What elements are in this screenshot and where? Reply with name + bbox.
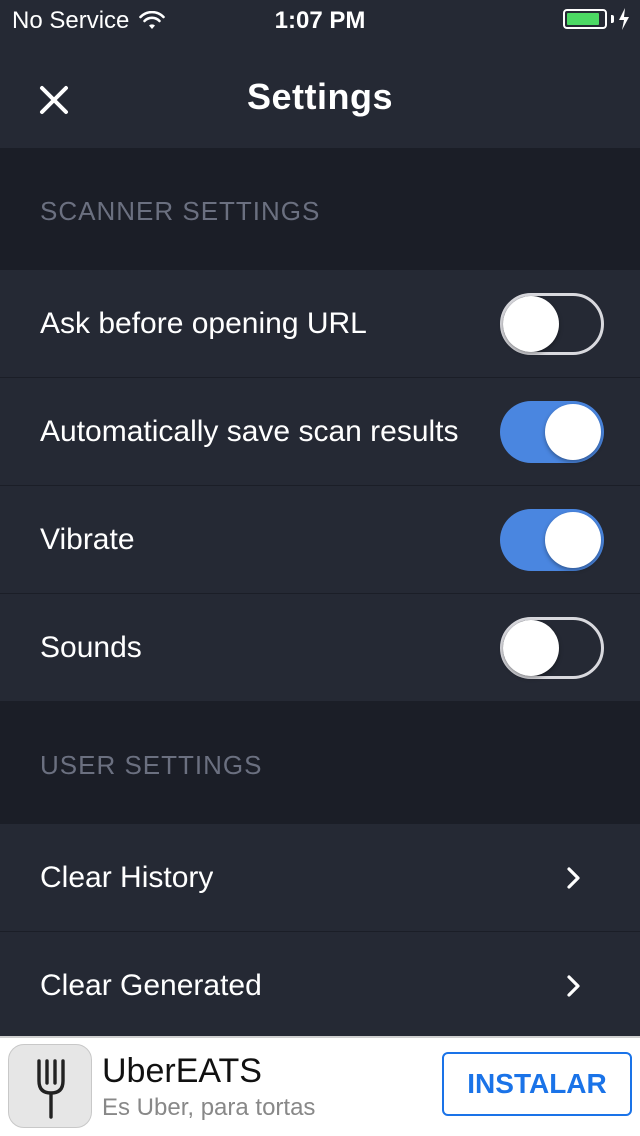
- toggle-switch[interactable]: [500, 293, 604, 355]
- setting-label: Clear History: [40, 861, 214, 894]
- setting-label: Sounds: [40, 631, 142, 664]
- chevron-right-icon: [567, 867, 580, 889]
- page-title: Settings: [246, 76, 393, 117]
- status-bar: No Service 1:07 PM: [0, 0, 640, 40]
- install-button[interactable]: INSTALAR: [442, 1052, 632, 1116]
- ad-subtitle: Es Uber, para tortas: [102, 1094, 316, 1121]
- chevron-right-icon: [567, 975, 580, 997]
- setting-label: Automatically save scan results: [40, 415, 459, 448]
- battery-tip: [611, 15, 614, 23]
- battery-icon: [563, 9, 607, 29]
- setting-row-vibrate: Vibrate: [0, 486, 640, 594]
- status-time: 1:07 PM: [274, 7, 366, 34]
- toggle-knob: [503, 296, 559, 352]
- setting-row-clear-history[interactable]: Clear History: [0, 824, 640, 932]
- toggle-knob: [545, 512, 601, 568]
- setting-label: Vibrate: [40, 523, 135, 556]
- toggle-knob: [545, 404, 601, 460]
- setting-row-sounds: Sounds: [0, 594, 640, 702]
- ad-title: UberEATS: [102, 1052, 262, 1090]
- setting-label: Clear Generated: [40, 969, 262, 1002]
- toggle-knob: [503, 620, 559, 676]
- section-title: USER SETTINGS: [40, 750, 263, 780]
- user-settings-header: USER SETTINGS: [0, 702, 640, 824]
- section-title: SCANNER SETTINGS: [40, 196, 321, 226]
- scanner-settings-header: SCANNER SETTINGS: [0, 148, 640, 270]
- toggle-switch[interactable]: [500, 617, 604, 679]
- setting-row-auto-save: Automatically save scan results: [0, 378, 640, 486]
- toggle-switch[interactable]: [500, 401, 604, 463]
- ad-app-icon[interactable]: [8, 1044, 92, 1128]
- nav-bar: Settings: [0, 40, 640, 148]
- charging-bolt-icon: [619, 8, 629, 30]
- setting-label: Ask before opening URL: [40, 307, 367, 340]
- ad-banner[interactable]: UberEATS Es Uber, para tortas INSTALAR: [0, 1036, 640, 1136]
- setting-row-ask-before-opening-url: Ask before opening URL: [0, 270, 640, 378]
- toggle-switch[interactable]: [500, 509, 604, 571]
- status-right: [563, 8, 630, 30]
- fork-icon: [37, 1059, 65, 1119]
- setting-row-clear-generated[interactable]: Clear Generated: [0, 932, 640, 1040]
- battery-level: [567, 13, 600, 25]
